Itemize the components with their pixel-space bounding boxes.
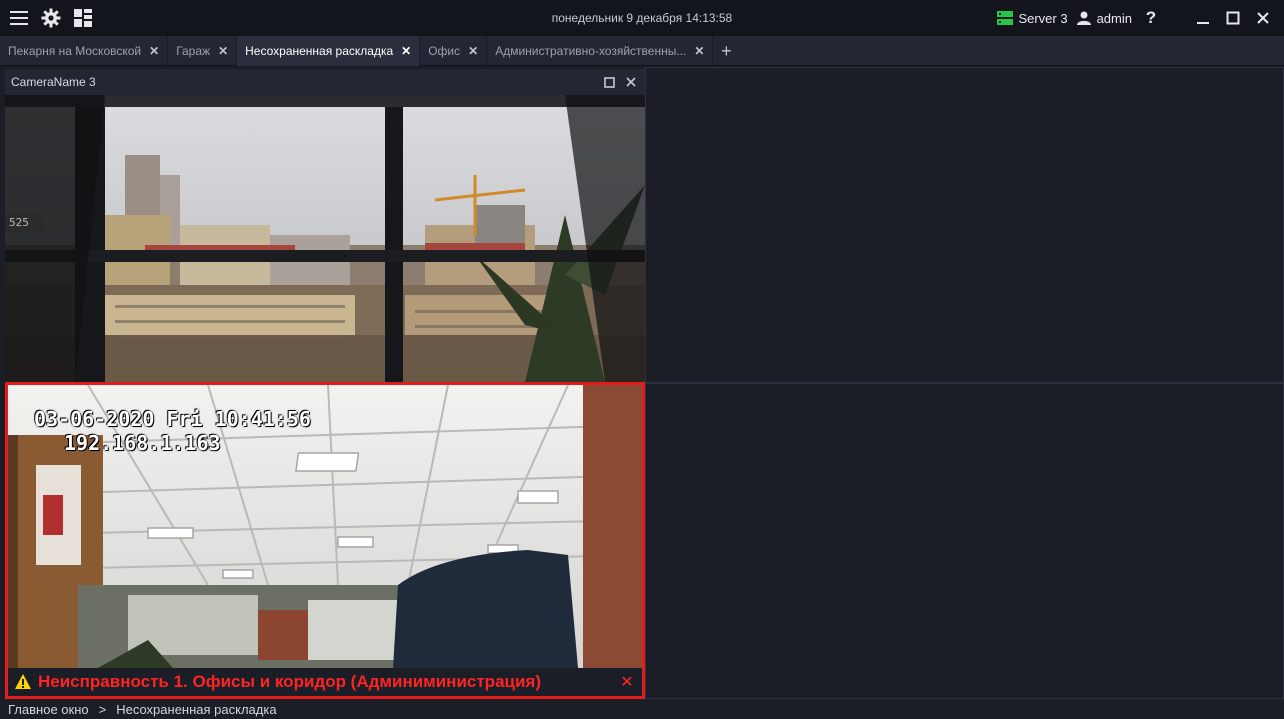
user-icon: [1076, 11, 1091, 25]
breadcrumb-current: Несохраненная раскладка: [116, 701, 277, 717]
svg-text:525: 525: [9, 216, 29, 229]
camera-header: CameraName 3: [5, 69, 645, 95]
gear-icon[interactable]: [40, 7, 62, 29]
layout-grid-icon[interactable]: [72, 7, 94, 29]
tab-bakery[interactable]: Пекарня на Московской ✕: [0, 36, 169, 66]
hamburger-menu-icon[interactable]: [8, 7, 30, 29]
camera-cell-1[interactable]: CameraName 3 525: [5, 69, 645, 382]
tab-label: Гараж: [176, 44, 211, 58]
osd-datetime: 03-06-2020 Fri 10:41:56: [34, 407, 311, 431]
osd-ip-address: 192.168.1.163: [64, 431, 221, 455]
close-tab-icon[interactable]: ✕: [149, 44, 159, 58]
tab-label: Офис: [428, 44, 461, 58]
server-icon: [997, 11, 1014, 25]
camera-video-feed[interactable]: 525: [5, 95, 645, 382]
expand-icon[interactable]: [601, 74, 617, 90]
tab-label: Административно-хозяйственны...: [495, 44, 687, 58]
tab-garage[interactable]: Гараж ✕: [168, 36, 238, 66]
breadcrumb-separator: >: [98, 701, 107, 717]
tab-label: Пекарня на Московской: [8, 44, 142, 58]
layout-tabs: Пекарня на Московской ✕ Гараж ✕ Несохран…: [0, 36, 1284, 66]
breadcrumb: Главное окно > Несохраненная раскладка: [0, 699, 1284, 719]
server-label: Server 3: [1018, 10, 1068, 26]
dismiss-alarm-icon[interactable]: ✕: [618, 672, 636, 692]
close-tab-icon[interactable]: ✕: [401, 44, 411, 58]
close-tab-icon[interactable]: ✕: [468, 44, 478, 58]
user-menu[interactable]: admin: [1076, 11, 1132, 26]
empty-camera-slot[interactable]: [645, 67, 1284, 383]
tab-administrative[interactable]: Административно-хозяйственны... ✕: [487, 36, 714, 66]
close-window-icon[interactable]: [1252, 7, 1274, 29]
camera-video-feed[interactable]: 03-06-2020 Fri 10:41:56 192.168.1.163: [8, 385, 642, 668]
camera-title: CameraName 3: [11, 75, 96, 89]
tab-label: Несохраненная раскладка: [245, 44, 394, 58]
tab-office[interactable]: Офис ✕: [420, 36, 488, 66]
close-tab-icon[interactable]: ✕: [218, 44, 228, 58]
warning-icon: [15, 674, 31, 689]
video-grid: CameraName 3 525 03-06-2020 Fri 10:41:56…: [0, 67, 1284, 699]
alarm-bar: Неисправность 1. Офисы и коридор (Админи…: [8, 668, 642, 696]
help-icon[interactable]: ?: [1140, 7, 1162, 29]
breadcrumb-root[interactable]: Главное окно: [8, 702, 89, 717]
user-label: admin: [1096, 10, 1132, 26]
title-bar: понедельник 9 декабря 14:13:58 Server 3 …: [0, 0, 1284, 36]
tab-unsaved-layout[interactable]: Несохраненная раскладка ✕: [237, 36, 421, 66]
maximize-icon[interactable]: [1222, 7, 1244, 29]
empty-camera-slot[interactable]: [645, 383, 1284, 699]
minimize-icon[interactable]: [1192, 7, 1214, 29]
alarm-message: Неисправность 1. Офисы и коридор (Админи…: [38, 672, 542, 691]
camera-cell-alarm[interactable]: 03-06-2020 Fri 10:41:56 192.168.1.163 Не…: [5, 382, 645, 699]
close-camera-icon[interactable]: [623, 74, 639, 90]
server-status[interactable]: Server 3: [997, 10, 1068, 26]
add-tab-icon[interactable]: +: [713, 36, 739, 66]
close-tab-icon[interactable]: ✕: [694, 44, 704, 58]
